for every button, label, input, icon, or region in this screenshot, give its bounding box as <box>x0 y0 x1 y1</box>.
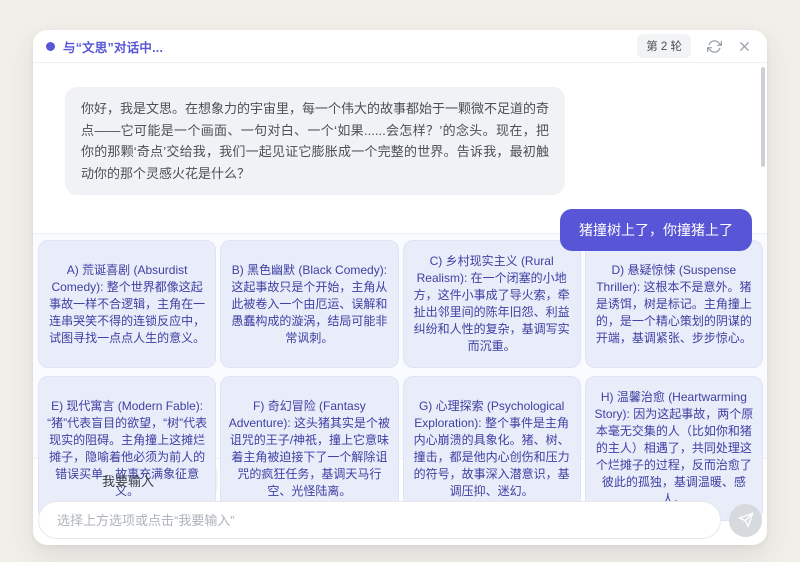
assistant-message: 你好，我是文思。在想象力的宇宙里，每一个伟大的故事都始于一颗微不足道的奇点——它… <box>65 87 565 195</box>
option-card-g[interactable]: G) 心理探索 (Psychological Exploration): 整个事… <box>403 376 581 521</box>
dialog-title: 与“文思”对话中... <box>63 37 163 56</box>
chat-dialog: 与“文思”对话中... 第 2 轮 你好，我是文思。在想象力的宇宙里，每一个伟大… <box>33 30 767 545</box>
option-card-f[interactable]: F) 奇幻冒险 (Fantasy Adventure): 这头猪其实是个被诅咒的… <box>220 376 398 521</box>
input-row <box>38 501 762 539</box>
option-card-e[interactable]: E) 现代寓言 (Modern Fable): “猪”代表盲目的欲望，“树”代表… <box>38 376 216 521</box>
round-badge: 第 2 轮 <box>637 34 691 58</box>
option-card-a[interactable]: A) 荒诞喜剧 (Absurdist Comedy): 整个世界都像这起事故一样… <box>38 240 216 368</box>
close-icon <box>737 39 752 54</box>
option-card-d[interactable]: D) 悬疑惊悚 (Suspense Thriller): 这根本不是意外。猪是诱… <box>585 240 763 368</box>
page-background: { "header": { "title": "与\u201c文思\u201d对… <box>0 0 800 562</box>
message-input[interactable] <box>38 501 721 539</box>
refresh-button[interactable] <box>703 35 725 57</box>
user-message: 猪撞树上了，你撞猪上了 <box>560 209 752 251</box>
option-card-b[interactable]: B) 黑色幽默 (Black Comedy): 这起事故只是个开始，主角从此被卷… <box>220 240 398 368</box>
refresh-icon <box>707 39 722 54</box>
user-message-row: 猪撞树上了，你撞猪上了 <box>65 209 752 251</box>
close-button[interactable] <box>733 35 755 57</box>
send-button[interactable] <box>729 504 762 537</box>
dialog-header: 与“文思”对话中... 第 2 轮 <box>33 30 767 63</box>
option-card-c[interactable]: C) 乡村现实主义 (Rural Realism): 在一个闭塞的小地方，这件小… <box>403 240 581 368</box>
send-icon <box>738 512 754 528</box>
option-card-h[interactable]: H) 温馨治愈 (Heartwarming Story): 因为这起事故，两个原… <box>585 376 763 521</box>
option-card-grid: A) 荒诞喜剧 (Absurdist Comedy): 整个世界都像这起事故一样… <box>33 233 767 458</box>
chat-history: 你好，我是文思。在想象力的宇宙里，每一个伟大的故事都始于一颗微不足道的奇点——它… <box>33 63 767 233</box>
status-dot-icon <box>46 42 55 51</box>
scrollbar-thumb[interactable] <box>761 67 765 167</box>
